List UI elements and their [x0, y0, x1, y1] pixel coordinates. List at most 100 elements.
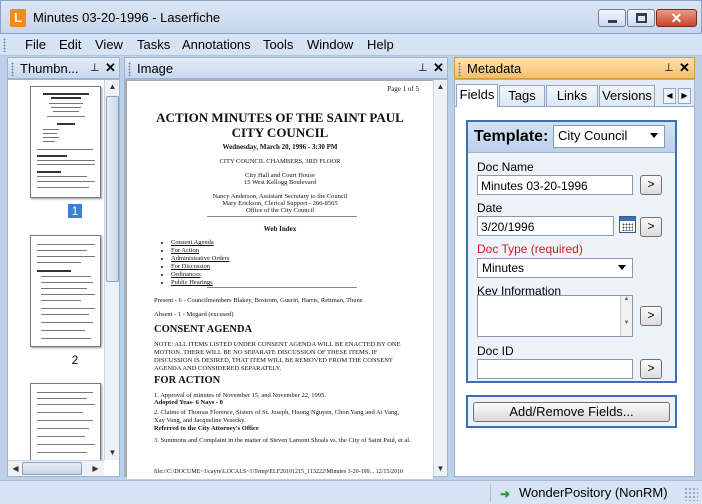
thumbnails-horizontal-scrollbar[interactable]: ◀ ▶ [8, 460, 104, 476]
web-index-list: Consent Agenda For Action Administrative… [161, 239, 229, 287]
doc-footer: file://C:\DOCUME~1\cayre\LOCALS~1\Temp\E… [154, 469, 403, 475]
doc-item1-result: Adopted Yeas- 6 Nays - 0 [154, 399, 223, 406]
thumbnail-page-2[interactable] [30, 235, 101, 347]
menu-tasks[interactable]: Tasks [137, 37, 170, 52]
laserfiche-app-icon: L [10, 9, 26, 27]
tab-scroll-right-icon[interactable]: ▶ [678, 88, 691, 104]
metadata-tabs: Fields Tags Links Versions ◀ ▶ [455, 84, 696, 107]
tab-links[interactable]: Links [546, 85, 598, 106]
thumbnails-vertical-scrollbar[interactable]: ▲ ▼ [104, 80, 119, 460]
key-information-go-button[interactable]: > [640, 306, 662, 326]
tab-versions[interactable]: Versions [599, 85, 655, 106]
scroll-down-icon[interactable]: ▼ [434, 464, 447, 473]
scrollbar-thumb[interactable] [22, 462, 82, 475]
key-information-input[interactable]: ▲ ▼ [477, 295, 633, 337]
doc-name-label: Doc Name [477, 160, 534, 174]
image-vertical-scrollbar[interactable]: ▲ ▼ [433, 80, 447, 476]
status-separator [490, 484, 491, 502]
thumbnails-pane-header: Thumbn... ⊥ ✕ [7, 57, 120, 79]
maximize-button[interactable] [627, 9, 655, 27]
calendar-icon[interactable] [619, 216, 636, 233]
window-title: Minutes 03-20-1996 - Laserfiche [33, 10, 221, 25]
tab-fields[interactable]: Fields [456, 84, 498, 107]
tab-scroll-left-icon[interactable]: ◀ [663, 88, 676, 104]
template-label: Template: [474, 128, 549, 145]
add-remove-fields-box: Add/Remove Fields... [466, 395, 677, 428]
fields-tab-panel: Template: City Council Doc Name Minutes … [455, 106, 694, 476]
image-pane: Page 1 of 5 ACTION MINUTES OF THE SAINT … [124, 79, 448, 479]
menu-annotations[interactable]: Annotations [182, 37, 251, 52]
web-index-link[interactable]: For Discussion [171, 263, 229, 271]
doc-name-input[interactable]: Minutes 03-20-1996 [477, 175, 633, 195]
document-page[interactable]: Page 1 of 5 ACTION MINUTES OF THE SAINT … [127, 81, 433, 479]
doc-id-input[interactable] [477, 359, 633, 379]
pin-icon[interactable]: ⊥ [90, 61, 100, 74]
doc-item2-result: Referred to the City Attorney's Office [154, 425, 259, 432]
close-icon: ✕ [670, 10, 683, 26]
add-remove-fields-button[interactable]: Add/Remove Fields... [473, 402, 670, 422]
scrollbar-thumb[interactable] [106, 96, 119, 282]
doc-address2: 15 West Kellogg Boulevard [243, 179, 317, 186]
close-pane-icon[interactable]: ✕ [433, 60, 444, 76]
thumbnail-number-2[interactable]: 2 [68, 353, 82, 367]
web-index-link[interactable]: Consent Agenda [171, 239, 229, 247]
title-bar: L Minutes 03-20-1996 - Laserfiche ✕ [0, 0, 702, 34]
thumbnail-page-1[interactable] [30, 86, 101, 198]
thumbnail-number-1[interactable]: 1 [68, 204, 82, 218]
web-index-link[interactable]: Ordinances [171, 271, 229, 279]
doc-type-label: Doc Type (required) [477, 242, 583, 256]
close-pane-icon[interactable]: ✕ [679, 60, 690, 76]
metadata-pane: Fields Tags Links Versions ◀ ▶ Template:… [454, 79, 695, 477]
menu-edit[interactable]: Edit [59, 37, 81, 52]
textarea-scrollbar[interactable]: ▲ ▼ [620, 296, 632, 336]
doc-staff3: Office of the City Council [245, 207, 315, 214]
repository-name: WonderPository (NonRM) [519, 485, 668, 500]
doc-title-line1: ACTION MINUTES OF THE SAINT PAUL [156, 110, 404, 125]
menu-file[interactable]: File [25, 37, 46, 52]
toolbar-grip-icon[interactable] [3, 38, 6, 52]
minimize-icon [608, 20, 617, 23]
metadata-pane-header: Metadata ⊥ ✕ [454, 57, 695, 79]
doc-present: Present - 6 - Councilmembers Blakey, Bos… [154, 297, 363, 304]
pin-icon[interactable]: ⊥ [418, 61, 428, 74]
menu-view[interactable]: View [95, 37, 123, 52]
doc-action-heading: FOR ACTION [154, 375, 221, 386]
template-select[interactable]: City Council [553, 125, 665, 148]
template-header: Template: City Council [468, 122, 675, 153]
scroll-left-icon[interactable]: ◀ [8, 464, 23, 473]
doc-item3: 3. Summons and Complaint in the matter o… [154, 437, 411, 444]
doc-type-select[interactable]: Minutes [477, 258, 633, 278]
pane-grip-icon[interactable] [11, 62, 14, 76]
close-pane-icon[interactable]: ✕ [105, 60, 116, 76]
doc-consent-heading: CONSENT AGENDA [154, 324, 253, 335]
web-index-link[interactable]: For Action [171, 247, 229, 255]
web-index-link[interactable]: Administrative Orders [171, 255, 229, 263]
date-input[interactable]: 3/20/1996 [477, 216, 614, 236]
web-index-link[interactable]: Public Hearings [171, 279, 229, 287]
close-button[interactable]: ✕ [656, 9, 697, 27]
metadata-pane-title: Metadata [467, 61, 522, 76]
scroll-right-icon[interactable]: ▶ [88, 464, 103, 473]
scroll-up-icon[interactable]: ▲ [434, 82, 447, 91]
menu-tools[interactable]: Tools [263, 37, 293, 52]
minimize-button[interactable] [598, 9, 626, 27]
menu-window[interactable]: Window [307, 37, 353, 52]
thumbnail-page-3[interactable] [30, 383, 101, 463]
doc-id-go-button[interactable]: > [640, 359, 662, 379]
scroll-down-icon[interactable]: ▼ [105, 448, 120, 457]
resize-grip-icon[interactable] [684, 487, 698, 501]
tab-tags[interactable]: Tags [499, 85, 545, 106]
connected-arrow-icon: ➜ [500, 487, 511, 501]
doc-name-go-button[interactable]: > [640, 175, 662, 195]
date-go-button[interactable]: > [640, 217, 662, 237]
doc-item2: 2. Claims of Thomas Florence, Sisters of… [154, 409, 399, 424]
menu-help[interactable]: Help [367, 37, 394, 52]
doc-absent: Absent - 1 - Megard (excused) [154, 311, 234, 318]
thumbnails-pane: 1 2 ▲ ▼ [7, 79, 120, 477]
pane-grip-icon[interactable] [128, 62, 131, 76]
doc-chambers: CITY COUNCIL CHAMBERS, 3RD FLOOR [219, 158, 341, 165]
status-bar: ➜ WonderPository (NonRM) [0, 480, 702, 504]
pin-icon[interactable]: ⊥ [664, 61, 674, 74]
pane-grip-icon[interactable] [458, 62, 461, 76]
scroll-up-icon[interactable]: ▲ [105, 82, 120, 91]
